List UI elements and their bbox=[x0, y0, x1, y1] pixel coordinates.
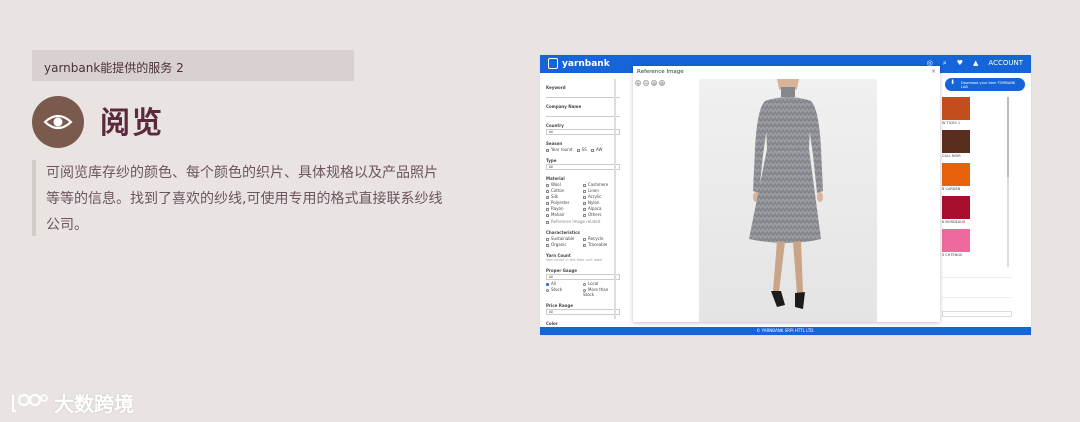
characteristic-option[interactable]: Sustainable bbox=[546, 236, 583, 241]
characteristic-option[interactable]: Organic bbox=[546, 242, 583, 247]
page-title: 阅览 bbox=[100, 106, 164, 141]
watermark: 大数跨境 bbox=[10, 388, 134, 417]
season-option: Year round bbox=[551, 147, 573, 152]
price-label: Price Range bbox=[546, 303, 573, 308]
reference-option[interactable]: Reference Image related bbox=[546, 219, 620, 224]
service-tag: yarnbank能提供的服务 2 bbox=[32, 50, 354, 81]
watermark-logo-icon bbox=[12, 393, 48, 412]
yarn-swatch-tile[interactable] bbox=[942, 130, 970, 153]
country-select[interactable]: All bbox=[546, 129, 620, 135]
account-link[interactable]: ACCOUNT bbox=[988, 59, 1023, 68]
divider bbox=[942, 277, 1012, 278]
yarnbank-logo-icon bbox=[548, 58, 558, 69]
eye-icon-badge bbox=[32, 96, 84, 148]
download-button-label: Download your item TOMBANK LAB bbox=[961, 81, 1016, 89]
material-option[interactable]: Cotton bbox=[546, 188, 583, 193]
app-screenshot: yarnbank ◎ ⌕ ♥ ▲ ACCOUNT Keyword Company… bbox=[540, 55, 1031, 335]
description-text: 可阅览库存纱的颜色、每个颜色的织片、具体规格以及产品照片等等的信息。找到了喜欢的… bbox=[46, 165, 443, 233]
material-options: Wool Cashmere Cotton Linen Silk Acrylic … bbox=[546, 182, 620, 217]
reference-photo bbox=[699, 79, 877, 322]
yarn-label: K BORDEAUX bbox=[942, 220, 966, 224]
zoom-out-icon[interactable]: − bbox=[643, 80, 649, 86]
season-checkbox[interactable] bbox=[591, 148, 594, 152]
brand-name: yarnbank bbox=[562, 58, 610, 69]
yarn-label: CALL NOIR bbox=[942, 154, 961, 158]
type-select[interactable]: All bbox=[546, 164, 620, 170]
yarn-swatch-tile[interactable] bbox=[942, 163, 970, 186]
yarn-label: S CHTENGE bbox=[942, 253, 963, 257]
material-option[interactable]: Polyester bbox=[546, 200, 583, 205]
yarn-count-hint: Yarn count in the filter unit label bbox=[546, 258, 603, 262]
gauge-label: Proper Gauge bbox=[546, 268, 577, 273]
yarn-label: B CARDEN bbox=[942, 187, 961, 191]
season-option: AW bbox=[596, 147, 603, 152]
brand-logo[interactable]: yarnbank bbox=[548, 58, 610, 69]
characteristics-label: Characteristics bbox=[546, 230, 580, 235]
app-footer: © YARNBANK SRPI HTTL LTD. bbox=[540, 327, 1031, 335]
stock-option[interactable]: Stock bbox=[546, 287, 583, 297]
user-icon[interactable]: ▲ bbox=[973, 59, 978, 68]
reference-image-modal: Reference Image × + − ⟲ ⟳ bbox=[633, 66, 940, 322]
season-option: SS bbox=[581, 147, 587, 152]
watermark-text: 大数跨境 bbox=[54, 392, 134, 416]
price-select[interactable]: All bbox=[546, 309, 620, 315]
gauge-select[interactable]: All bbox=[546, 274, 620, 280]
material-option[interactable]: Wool bbox=[546, 182, 583, 187]
keyword-input[interactable] bbox=[546, 92, 620, 98]
stock-option[interactable]: All bbox=[546, 281, 583, 286]
type-label: Type bbox=[546, 158, 557, 163]
eye-icon bbox=[43, 114, 73, 130]
country-label: Country bbox=[546, 123, 564, 128]
rotate-right-icon[interactable]: ⟳ bbox=[659, 80, 665, 86]
header-nav: ◎ ⌕ ♥ ▲ ACCOUNT bbox=[927, 59, 1023, 68]
color-label: Color bbox=[546, 321, 558, 326]
season-checkbox[interactable] bbox=[576, 148, 580, 152]
rotate-left-icon[interactable]: ⟲ bbox=[651, 80, 657, 86]
filter-sidebar: Keyword Company Name Country All Season … bbox=[546, 79, 620, 335]
yarn-label: W TICKS 1 bbox=[942, 121, 961, 125]
yarn-swatch-tile[interactable] bbox=[942, 97, 970, 120]
season-checkbox[interactable] bbox=[546, 148, 549, 152]
model-in-dress-illustration bbox=[699, 79, 877, 322]
search-icon[interactable]: ⌕ bbox=[943, 59, 947, 68]
season-options: Year round SS AW bbox=[546, 147, 620, 152]
filter-scrollbar[interactable] bbox=[614, 79, 616, 319]
results-input[interactable] bbox=[942, 311, 1012, 317]
yarn-swatch-tile[interactable] bbox=[942, 229, 970, 252]
close-icon[interactable]: × bbox=[931, 68, 936, 75]
description-block: 可阅览库存纱的颜色、每个颜色的织片、具体规格以及产品照片等等的信息。找到了喜欢的… bbox=[32, 160, 448, 236]
keyword-label: Keyword bbox=[546, 85, 566, 90]
modal-title: Reference Image bbox=[637, 69, 684, 75]
material-label: Material bbox=[546, 176, 565, 181]
material-option[interactable]: Rayon bbox=[546, 206, 583, 211]
zoom-in-icon[interactable]: + bbox=[635, 80, 641, 86]
company-input[interactable] bbox=[546, 111, 620, 117]
download-icon: ⬇ bbox=[950, 79, 956, 86]
company-label: Company Name bbox=[546, 104, 582, 109]
characteristic-options: Sustainable Recycle Organic Traceable bbox=[546, 236, 620, 247]
stock-options: All Local Stock More than Stock bbox=[546, 281, 620, 297]
yarn-swatch-tile[interactable] bbox=[942, 196, 970, 219]
image-toolbar: + − ⟲ ⟳ bbox=[635, 80, 665, 86]
season-label: Season bbox=[546, 141, 563, 146]
divider bbox=[942, 297, 1012, 298]
download-button[interactable]: ⬇ Download your item TOMBANK LAB bbox=[945, 78, 1025, 91]
results-scrollbar[interactable] bbox=[1007, 97, 1009, 267]
results-list: W TICKS 1 CALL NOIR B CARDEN K BORDEAUX S CH… bbox=[942, 97, 972, 262]
heart-icon[interactable]: ♥ bbox=[957, 59, 963, 68]
material-option[interactable]: Silk bbox=[546, 194, 583, 199]
material-option[interactable]: Mohair bbox=[546, 212, 583, 217]
